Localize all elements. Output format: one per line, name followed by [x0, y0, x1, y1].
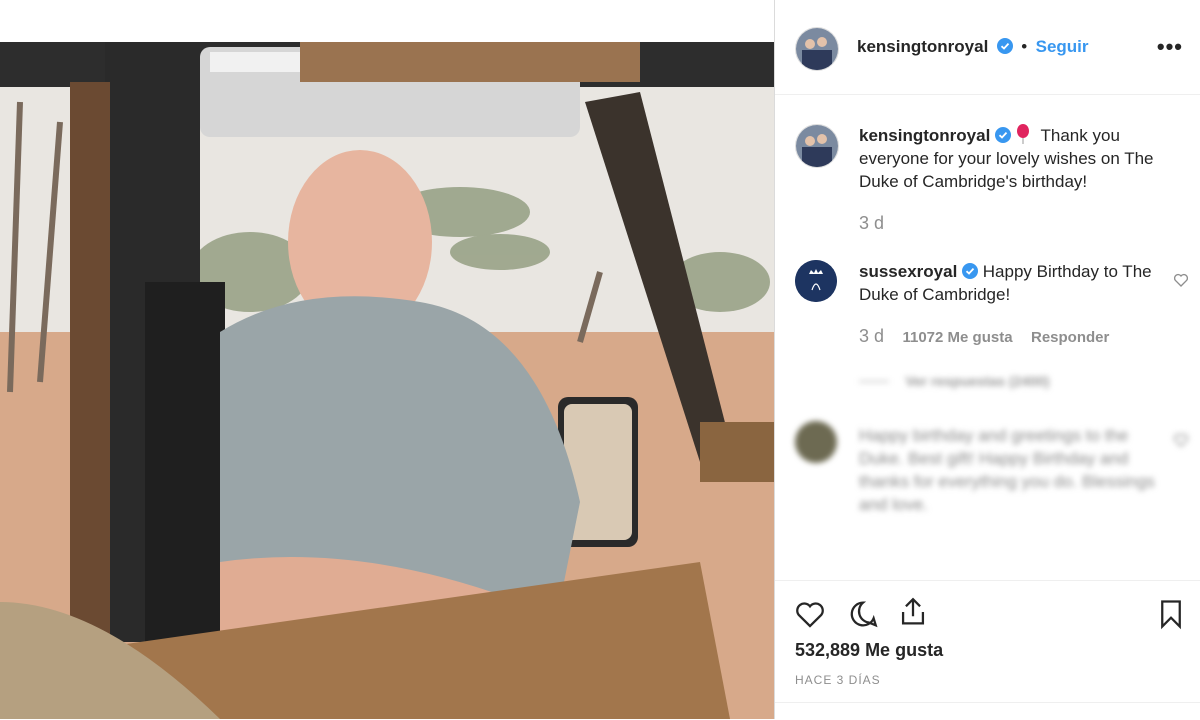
post-side-panel: kensingtonroyal • Seguir ••• kensingtonr… — [774, 0, 1200, 719]
comment-1: sussexroyal Happy Birthday to The Duke o… — [859, 260, 1159, 306]
post-actions: 532,889 Me gusta HACE 3 DÍAS — [775, 580, 1200, 720]
post-date[interactable]: HACE 3 DÍAS — [795, 673, 881, 687]
avatar[interactable] — [795, 27, 839, 71]
comment-meta: 3 d 11072 Me gusta Responder — [859, 326, 1109, 347]
header-user-line: kensingtonroyal • Seguir — [857, 37, 1089, 57]
post-header: kensingtonroyal • Seguir ••• — [775, 0, 1200, 95]
monogram-avatar-icon — [795, 260, 837, 302]
comment-avatar[interactable] — [795, 260, 837, 302]
blurred-comment: Happy birthday and greetings to the Duke… — [859, 424, 1159, 516]
replies-line — [859, 381, 889, 383]
comment-divider — [775, 702, 1200, 703]
like-comment-heart-icon[interactable] — [1173, 432, 1189, 448]
comment-username[interactable]: sussexroyal — [859, 262, 957, 281]
share-icon[interactable] — [896, 595, 930, 629]
blurred-comment-text: Happy birthday and greetings to the Duke… — [859, 426, 1155, 514]
comment-time[interactable]: 3 d — [859, 326, 884, 346]
caption-avatar[interactable] — [795, 124, 839, 168]
caption: kensingtonroyal Thank you everyone for y… — [859, 123, 1179, 193]
follow-button[interactable]: Seguir — [1036, 37, 1089, 56]
safari-photo — [0, 42, 774, 719]
verified-badge-icon — [962, 263, 979, 280]
verified-badge-icon — [995, 127, 1012, 144]
avatar-image — [796, 28, 838, 70]
view-replies[interactable]: Ver respuestas (2400) — [859, 373, 1049, 391]
verified-badge-icon — [996, 38, 1013, 55]
like-count[interactable]: 532,889 Me gusta — [795, 640, 943, 661]
post-image[interactable] — [0, 42, 774, 719]
caption-time[interactable]: 3 d — [859, 213, 884, 234]
caption-avatar-image — [796, 125, 838, 167]
header-separator: • — [1021, 37, 1028, 56]
blurred-comment-avatar[interactable] — [795, 421, 837, 463]
balloon-emoji-icon — [1016, 123, 1029, 144]
like-heart-icon[interactable] — [793, 597, 827, 631]
comment-bubble-icon[interactable] — [846, 597, 880, 631]
view-replies-label[interactable]: Ver respuestas (2400) — [905, 373, 1049, 389]
reply-button[interactable]: Responder — [1031, 329, 1109, 346]
more-options-button[interactable]: ••• — [1157, 34, 1183, 60]
caption-username[interactable]: kensingtonroyal — [859, 126, 990, 145]
like-comment-heart-icon[interactable] — [1173, 272, 1189, 288]
username[interactable]: kensingtonroyal — [857, 37, 988, 56]
comment-likes[interactable]: 11072 Me gusta — [902, 329, 1012, 346]
save-bookmark-icon[interactable] — [1156, 597, 1186, 631]
top-strip — [0, 0, 774, 43]
